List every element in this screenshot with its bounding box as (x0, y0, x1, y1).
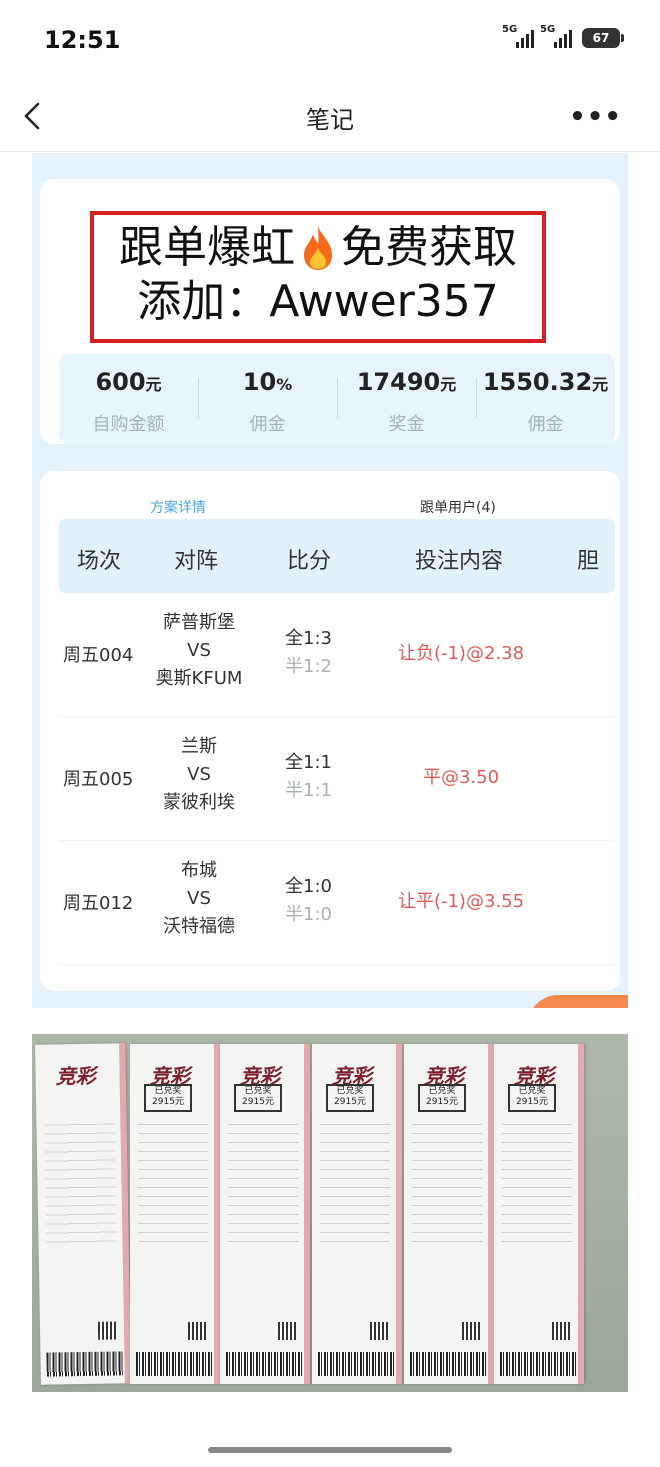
col-header: 胆 (577, 549, 600, 574)
home-indicator[interactable] (208, 1447, 452, 1453)
more-button[interactable]: ••• (569, 102, 622, 132)
stat-commission-rate: 10% 佣金 (198, 354, 337, 444)
floating-tab (528, 995, 628, 1008)
lottery-ticket: 竞彩 (35, 1043, 131, 1385)
clock: 12:51 (44, 26, 121, 54)
table-row: 周五005 兰斯 VS 蒙彼利埃 全1:1 半1:1 平@3.50 (59, 717, 615, 841)
lottery-ticket: 竞彩 已兑奖 2915元 (494, 1044, 584, 1384)
stats-row: 600元 自购金额 10% 佣金 17490元 奖金 1550.32元 佣金 (59, 354, 615, 444)
tab-plan-detail: 方案详情 (150, 500, 206, 516)
note-image-betting-summary: 跟单爆虹 免费获取 添加：Awwer357 600元 自购金额 10% 佣金 1… (32, 153, 628, 1008)
promo-banner: 跟单爆虹 免费获取 添加：Awwer357 (90, 211, 546, 343)
promo-text: 免费获取 (341, 222, 517, 273)
col-header: 场次 (77, 549, 122, 574)
col-header: 投注内容 (415, 549, 504, 574)
battery-icon: 67 (582, 28, 624, 48)
signal-icon: 5G (502, 24, 534, 48)
summary-card: 跟单爆虹 免费获取 添加：Awwer357 600元 自购金额 10% 佣金 1… (40, 179, 620, 444)
tab-followers: 跟单用户(4) (420, 500, 496, 516)
col-header: 比分 (287, 549, 332, 574)
status-bar: 12:51 5G 5G 67 (0, 0, 660, 80)
status-icons: 5G 5G 67 (502, 24, 624, 48)
nav-bar: 笔记 ••• (0, 80, 660, 152)
promo-contact: 添加：Awwer357 (137, 276, 499, 327)
plan-detail-card: 方案详情 跟单用户(4) 场次 对阵 比分 投注内容 胆 周五004 萨普斯堡 V… (40, 471, 620, 991)
col-header: 对阵 (174, 549, 219, 574)
fire-icon (304, 226, 332, 270)
stat-purchase: 600元 自购金额 (92, 368, 165, 435)
table-header: 场次 对阵 比分 投注内容 胆 (59, 519, 615, 593)
page-title: 笔记 (306, 106, 354, 134)
lottery-ticket: 竞彩 已兑奖 2915元 (130, 1044, 220, 1384)
table-row: 周五004 萨普斯堡 VS 奥斯KFUM 全1:3 半1:2 让负(-1)@2.38 (59, 593, 615, 717)
promo-text: 跟单爆虹 (119, 222, 295, 273)
lottery-ticket: 竞彩 已兑奖 2915元 (312, 1044, 402, 1384)
signal-icon: 5G (540, 24, 572, 48)
note-image-tickets: 竞彩 竞彩 已兑奖 2915元 竞彩 已兑奖 2915元 竞彩 已兑奖 2915元 竞… (32, 1034, 628, 1392)
stat-commission: 1550.32元 佣金 (476, 354, 615, 444)
stat-prize: 17490元 奖金 (337, 354, 476, 444)
tab-bar: 方案详情 跟单用户(4) (40, 481, 620, 521)
lottery-ticket: 竞彩 已兑奖 2915元 (220, 1044, 310, 1384)
lottery-ticket: 竞彩 已兑奖 2915元 (404, 1044, 494, 1384)
table-row: 周五012 布城 VS 沃特福德 全1:0 半1:0 让平(-1)@3.55 (59, 841, 615, 965)
